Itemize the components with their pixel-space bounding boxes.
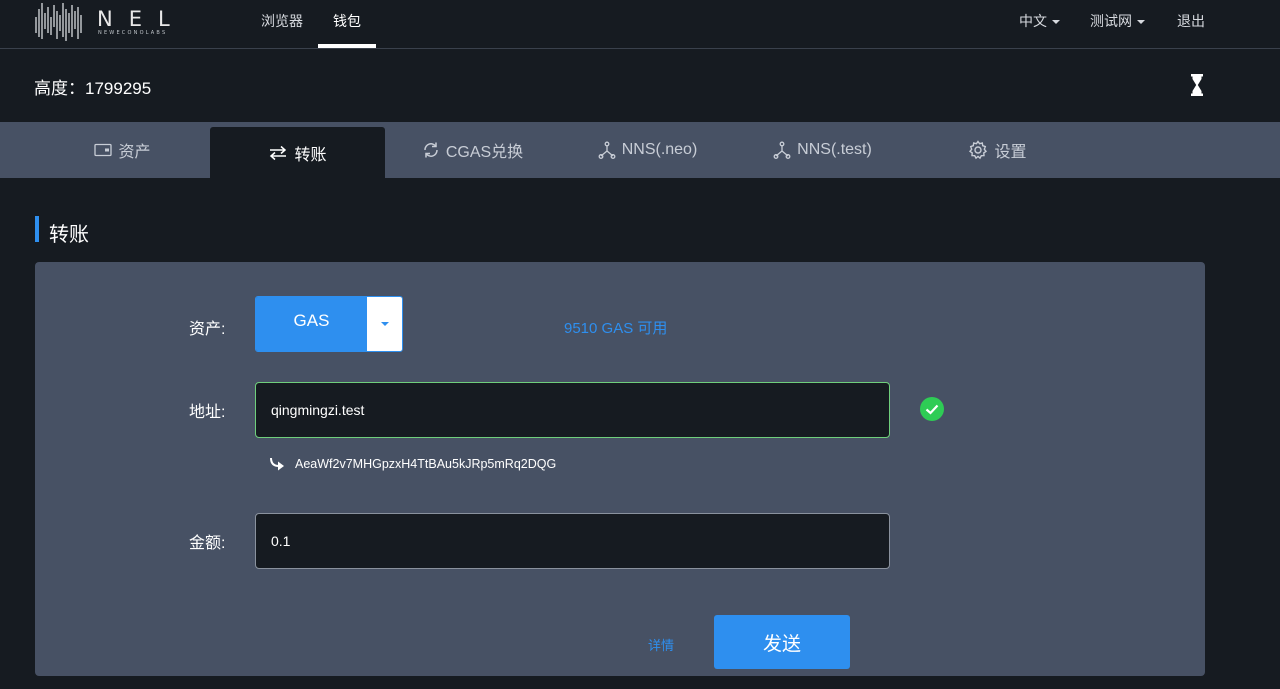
gear-icon bbox=[969, 140, 988, 160]
logo-subtitle: NEWECONOLABS bbox=[98, 30, 168, 36]
valid-check-icon bbox=[920, 397, 944, 421]
transfer-arrows-icon bbox=[270, 145, 287, 160]
asset-select[interactable]: GAS bbox=[255, 296, 403, 352]
nel-logo[interactable]: NEL NEWECONOLABS bbox=[34, 3, 199, 41]
nav-active-indicator bbox=[318, 44, 376, 48]
tab-label: 转账 bbox=[294, 146, 327, 164]
tab-label: 资产 bbox=[118, 144, 151, 161]
section-accent-bar bbox=[35, 216, 39, 242]
network-dropdown[interactable]: 测试网 bbox=[1090, 11, 1145, 31]
tab-label: NNS(.neo) bbox=[621, 141, 698, 158]
caret-down-icon bbox=[380, 322, 389, 326]
available-balance: 9510 GAS 可用 bbox=[564, 320, 668, 337]
asset-label: 资产: bbox=[189, 321, 226, 338]
exchange-cycle-icon bbox=[424, 142, 438, 158]
send-button[interactable]: 发送 bbox=[714, 615, 850, 669]
language-label: 中文 bbox=[1019, 13, 1047, 29]
tab-nns-neo[interactable]: NNS(.neo) bbox=[560, 122, 735, 178]
tab-cgas-exchange[interactable]: CGAS兑换 bbox=[385, 122, 560, 178]
resolved-address: AeaWf2v7MHGpzxH4TtBAu5kJRp5mRq2DQG bbox=[295, 457, 557, 471]
tab-label: 设置 bbox=[994, 144, 1027, 161]
nav-browser-link[interactable]: 浏览器 bbox=[261, 11, 303, 49]
tab-label: NNS(.test) bbox=[797, 141, 872, 158]
language-dropdown[interactable]: 中文 bbox=[1019, 11, 1060, 31]
transfer-form-card: 资产: GAS 9510 GAS 可用 地址: qingmingzi.test … bbox=[35, 262, 1205, 676]
return-arrow-icon bbox=[270, 457, 284, 471]
asset-select-toggle[interactable] bbox=[367, 297, 402, 351]
tab-nns-test[interactable]: NNS(.test) bbox=[735, 122, 910, 178]
tab-transfer[interactable]: 转账 bbox=[210, 127, 385, 178]
section-title: 转账 bbox=[49, 224, 89, 246]
tab-settings[interactable]: 设置 bbox=[910, 122, 1085, 178]
tab-label: CGAS兑换 bbox=[445, 144, 524, 161]
network-node-icon bbox=[598, 141, 616, 159]
address-label: 地址: bbox=[189, 404, 226, 421]
block-height: 高度：1799295 bbox=[34, 79, 152, 98]
network-label: 测试网 bbox=[1090, 13, 1132, 29]
amount-input[interactable]: 0.1 bbox=[255, 513, 890, 569]
hourglass-icon bbox=[1191, 74, 1203, 96]
logo-wordmark: NEL bbox=[97, 7, 186, 31]
asset-select-value[interactable]: GAS bbox=[256, 297, 367, 351]
caret-down-icon bbox=[1137, 20, 1145, 25]
wallet-tab-bar: 资产 转账 CGAS兑换 NNS(.neo) NNS(.test) 设置 bbox=[0, 122, 1280, 178]
top-navbar: NEL NEWECONOLABS 浏览器 钱包 中文 测试网 退出 bbox=[0, 0, 1280, 49]
logout-link[interactable]: 退出 bbox=[1177, 11, 1205, 31]
tab-assets[interactable]: 资产 bbox=[35, 122, 210, 178]
details-link[interactable]: 详情 bbox=[648, 635, 674, 654]
network-node-icon bbox=[773, 141, 791, 159]
address-input[interactable]: qingmingzi.test bbox=[255, 382, 890, 438]
caret-down-icon bbox=[1052, 20, 1060, 25]
logo-waveform-icon bbox=[35, 3, 82, 41]
wallet-icon bbox=[94, 143, 113, 157]
amount-label: 金额: bbox=[189, 535, 226, 552]
